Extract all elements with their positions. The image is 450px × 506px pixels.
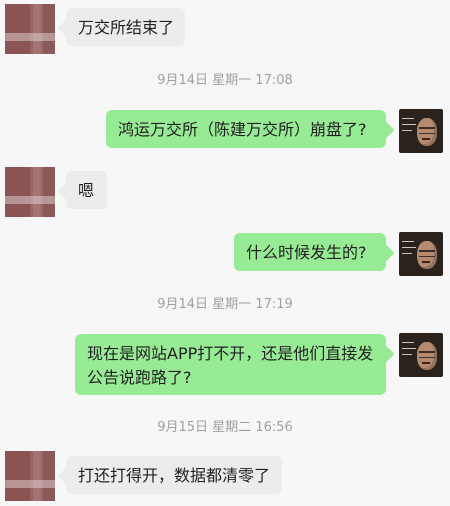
chat-message-right[interactable]: 什么时候发生的? (234, 233, 386, 271)
avatar-detail-line (402, 354, 412, 355)
chat-message-text: 什么时候发生的? (246, 243, 367, 262)
avatar-detail-line (402, 253, 412, 254)
contact-avatar[interactable] (5, 4, 55, 54)
my-avatar[interactable] (399, 333, 443, 377)
avatar-detail-line (402, 130, 412, 131)
timestamp-divider: 9月14日 星期一 17:19 (0, 296, 450, 314)
avatar-detail-line (402, 342, 414, 343)
chat-message-right[interactable]: 鸿运万交所（陈建万交所）崩盘了? (106, 110, 386, 148)
avatar-glasses-icon (419, 127, 435, 134)
chat-message-left[interactable]: 打还打得开，数据都清零了 (66, 456, 282, 494)
timestamp-divider: 9月14日 星期一 17:08 (0, 72, 450, 90)
avatar-detail-line (402, 118, 414, 119)
avatar-glasses-icon (419, 351, 435, 358)
contact-avatar[interactable] (5, 451, 55, 501)
chat-message-text: 打还打得开，数据都清零了 (78, 466, 271, 485)
timestamp-text: 9月14日 星期一 17:08 (157, 73, 293, 88)
timestamp-text: 9月14日 星期一 17:19 (157, 297, 293, 312)
avatar-glasses-icon (419, 250, 435, 257)
avatar-mouth-icon (422, 261, 430, 263)
timestamp-text: 9月15日 星期二 16:56 (157, 420, 293, 435)
avatar-detail-line (402, 241, 414, 242)
chat-message-right[interactable]: 现在是网站APP打不开，还是他们直接发公告说跑路了? (75, 334, 386, 395)
avatar-detail-line (402, 124, 416, 125)
chat-message-text: 万交所结束了 (78, 18, 175, 37)
avatar-detail-line (402, 247, 416, 248)
chat-message-text: 嗯 (78, 181, 95, 200)
chat-message-left[interactable]: 嗯 (66, 171, 107, 209)
chat-message-left[interactable]: 万交所结束了 (66, 8, 185, 46)
contact-avatar[interactable] (5, 167, 55, 217)
avatar-mouth-icon (422, 362, 430, 364)
chat-message-text: 鸿运万交所（陈建万交所）崩盘了? (118, 120, 367, 139)
avatar-mouth-icon (422, 138, 430, 140)
chat-message-text: 现在是网站APP打不开，还是他们直接发公告说跑路了? (87, 344, 374, 387)
my-avatar[interactable] (399, 109, 443, 153)
timestamp-divider: 9月15日 星期二 16:56 (0, 419, 450, 437)
avatar-detail-line (402, 348, 416, 349)
my-avatar[interactable] (399, 232, 443, 276)
